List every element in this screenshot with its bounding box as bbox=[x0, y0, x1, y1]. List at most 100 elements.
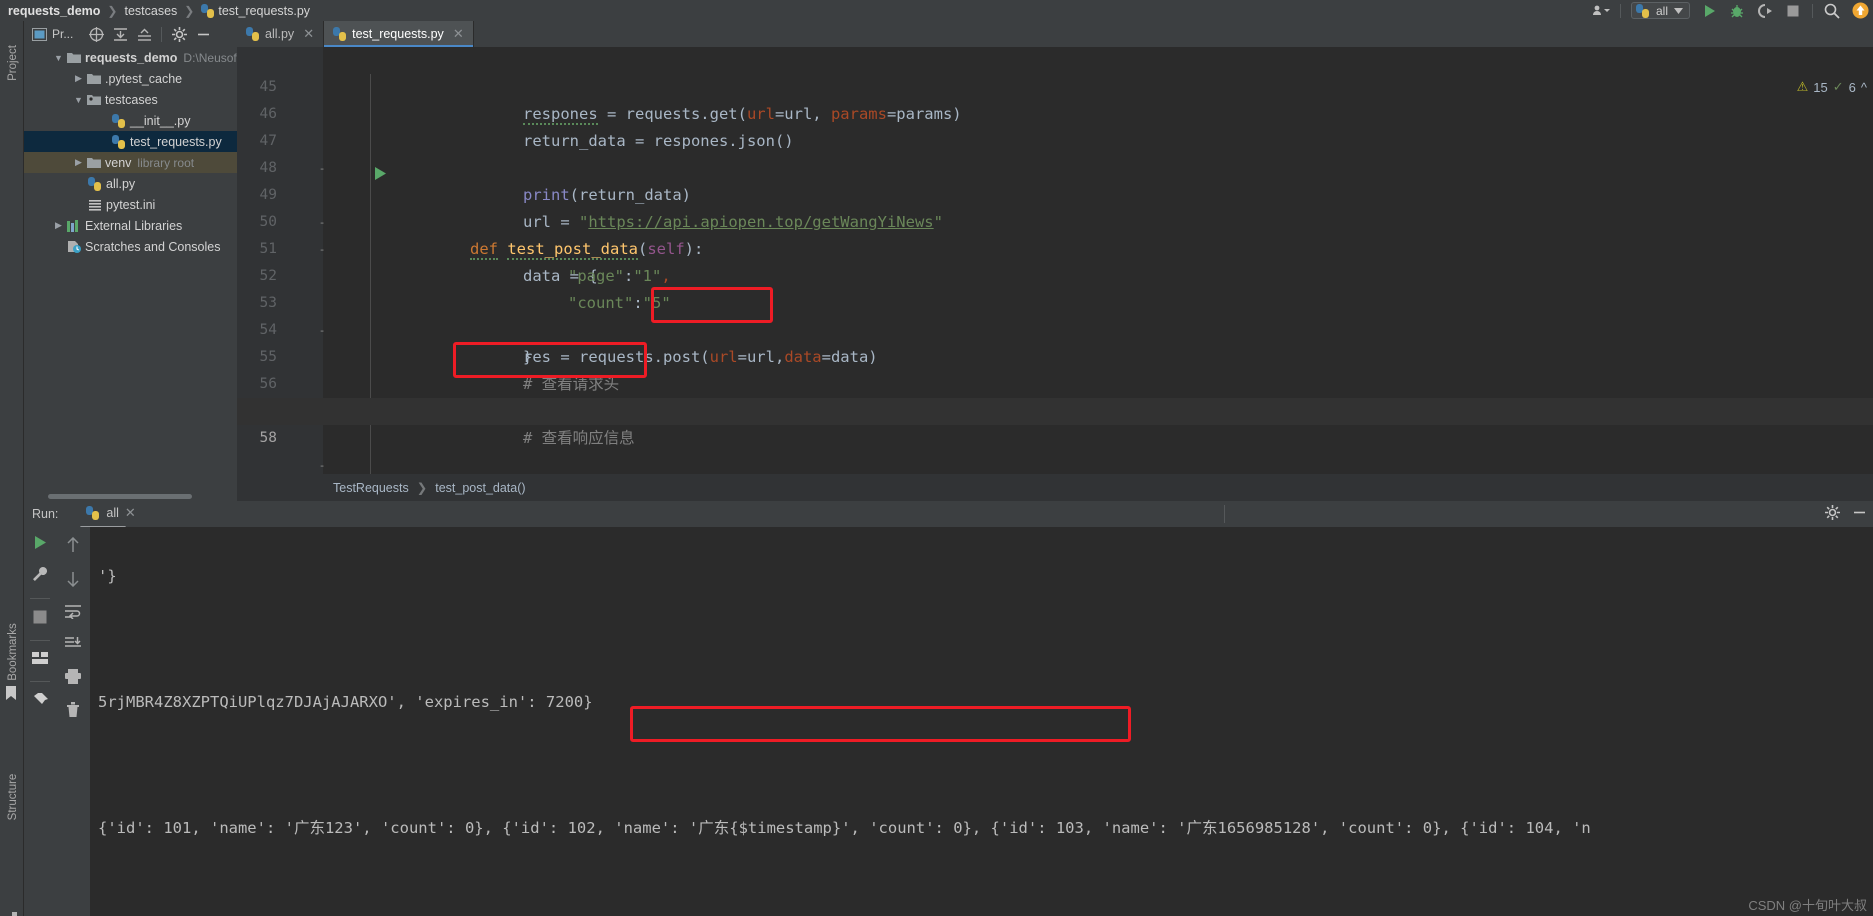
project-panel-horizontal-scrollbar[interactable] bbox=[48, 494, 192, 499]
tree-item-external-libraries[interactable]: ▶ External Libraries bbox=[24, 215, 237, 236]
expand-all-icon[interactable] bbox=[109, 23, 131, 45]
project-panel-title: Pr... bbox=[52, 27, 74, 41]
console-line: 5rjMBR4Z8XZPTQiUPlqz7DJAjAJARXO', 'expir… bbox=[98, 693, 593, 711]
editor-area: all.py ✕ test_requests.py ✕ ⚠ 15 ✓ 6 ^ 4… bbox=[237, 21, 1873, 501]
user-dropdown-icon[interactable] bbox=[1592, 3, 1610, 19]
editor-tab-test-requests-py[interactable]: test_requests.py ✕ bbox=[324, 21, 474, 47]
python-file-icon bbox=[86, 176, 104, 191]
layout-icon[interactable] bbox=[32, 652, 48, 670]
code-line-57[interactable]: 57 # 查看响应信息 bbox=[237, 371, 1873, 447]
code-line-48[interactable]: 48 - def test_post_data(self): bbox=[237, 128, 1873, 260]
chevron-right-icon[interactable]: ▶ bbox=[52, 220, 65, 231]
debug-bug-icon[interactable] bbox=[1728, 3, 1746, 19]
run-tool-window: Run: all ✕ '} 5rjMBR4Z8XZPTQiUPlqz7DJAjA… bbox=[24, 501, 1873, 916]
editor-tab-all-py[interactable]: all.py ✕ bbox=[237, 21, 325, 47]
breadcrumb-project[interactable]: requests_demo bbox=[8, 4, 100, 18]
breadcrumb-method[interactable]: test_post_data() bbox=[435, 481, 525, 495]
ini-file-icon bbox=[86, 199, 104, 211]
tree-item-scratches-and-consoles[interactable]: Scratches and Consoles bbox=[24, 236, 237, 257]
up-arrow-icon[interactable] bbox=[66, 536, 80, 558]
updates-available-icon[interactable] bbox=[1851, 2, 1869, 19]
run-tab-all[interactable]: all ✕ bbox=[80, 505, 136, 529]
line-number: 58 bbox=[259, 430, 277, 446]
csdn-watermark: CSDN @十旬叶大叔 bbox=[1748, 898, 1867, 913]
breadcrumb-class[interactable]: TestRequests bbox=[333, 481, 409, 495]
print-icon[interactable] bbox=[65, 669, 81, 689]
run-tab-label: all bbox=[106, 506, 119, 520]
tree-item-label: External Libraries bbox=[85, 218, 183, 233]
wrench-icon[interactable] bbox=[32, 566, 48, 587]
stop-icon[interactable] bbox=[33, 610, 47, 629]
chevron-right-icon[interactable]: ▶ bbox=[72, 73, 85, 84]
code-line-46[interactable]: 46 return_data = respones.json() bbox=[237, 74, 1873, 150]
code-line-45[interactable]: 45 respones = requests.get(url=url, para… bbox=[237, 47, 1873, 125]
chevron-down-icon[interactable]: ▼ bbox=[72, 95, 85, 105]
code-line-47[interactable]: 47 - print(return_data) bbox=[237, 101, 1873, 204]
tool-window-project[interactable]: Project bbox=[7, 33, 19, 93]
hide-icon[interactable] bbox=[1852, 505, 1867, 523]
settings-gear-icon[interactable] bbox=[168, 23, 190, 45]
breadcrumb-folder[interactable]: testcases bbox=[124, 4, 177, 18]
tree-item-pytest-cache[interactable]: ▶ .pytest_cache bbox=[24, 68, 237, 89]
tree-item-venv[interactable]: ▶ venv library root bbox=[24, 152, 237, 173]
rerun-icon[interactable] bbox=[33, 535, 47, 555]
structure-icon bbox=[5, 911, 18, 916]
select-opened-file-icon[interactable] bbox=[85, 23, 107, 45]
run-config-name: all bbox=[1655, 3, 1668, 18]
close-icon[interactable]: ✕ bbox=[303, 26, 314, 42]
close-icon[interactable]: ✕ bbox=[125, 505, 136, 521]
run-with-coverage-icon[interactable] bbox=[1756, 3, 1774, 19]
toolbar-divider bbox=[1812, 3, 1813, 18]
console-output[interactable]: '} 5rjMBR4Z8XZPTQiUPlqz7DJAjAJARXO', 'ex… bbox=[90, 527, 1873, 916]
folder-icon bbox=[65, 52, 83, 63]
trash-icon[interactable] bbox=[66, 702, 80, 723]
code-line-52[interactable]: 52 "count":"5" bbox=[237, 236, 1873, 312]
breadcrumb-file[interactable]: test_requests.py bbox=[218, 4, 310, 18]
code-line-56[interactable]: 56 print(res.request.headers) bbox=[237, 344, 1873, 420]
tree-item-label: requests_demo bbox=[85, 50, 178, 65]
close-icon[interactable]: ✕ bbox=[453, 26, 464, 42]
folder-icon bbox=[85, 73, 103, 84]
tool-window-bookmarks[interactable]: Bookmarks bbox=[7, 610, 19, 694]
code-line-50[interactable]: 50 - data = { bbox=[237, 182, 1873, 285]
code-line-54[interactable]: 54 res = requests.post(url=url,data=data… bbox=[237, 290, 1873, 366]
code-line-55[interactable]: 55 # 查看请求头 bbox=[237, 317, 1873, 393]
tree-item-test-requests-py[interactable]: test_requests.py bbox=[24, 131, 237, 152]
panel-divider bbox=[1224, 505, 1225, 523]
editor-breadcrumb-bar: TestRequests ❯ test_post_data() bbox=[237, 474, 1873, 501]
python-file-icon bbox=[246, 27, 260, 41]
tree-item-pytest-ini[interactable]: pytest.ini bbox=[24, 194, 237, 215]
project-tree[interactable]: ▼ requests_demo D:\Neusoft\ ▶ .pytest_ca… bbox=[24, 47, 237, 485]
chevron-right-icon: ❯ bbox=[107, 3, 118, 18]
search-everywhere-icon[interactable] bbox=[1823, 3, 1841, 19]
fold-marker[interactable]: - bbox=[315, 452, 329, 474]
toolbar-divider bbox=[161, 26, 163, 42]
chevron-right-icon: ❯ bbox=[416, 481, 428, 495]
bookmark-flag-icon bbox=[5, 686, 17, 705]
chevron-right-icon[interactable]: ▶ bbox=[72, 157, 85, 168]
soft-wrap-icon[interactable] bbox=[65, 605, 81, 624]
tree-item-sublabel: D:\Neusoft\ bbox=[183, 50, 237, 65]
tree-item-testcases[interactable]: ▼ testcases bbox=[24, 89, 237, 110]
tree-item-all-py[interactable]: all.py bbox=[24, 173, 237, 194]
code-line-51[interactable]: 51 "page":"1", bbox=[237, 209, 1873, 285]
stop-icon[interactable] bbox=[1784, 3, 1802, 19]
chevron-down-icon[interactable]: ▼ bbox=[52, 53, 65, 63]
code-line-53[interactable]: 53 - } bbox=[237, 263, 1873, 366]
run-icon[interactable] bbox=[1700, 3, 1718, 19]
tree-item-init-py[interactable]: __init__.py bbox=[24, 110, 237, 131]
down-arrow-icon[interactable] bbox=[66, 571, 80, 592]
hide-icon[interactable] bbox=[192, 23, 214, 45]
run-panel-header: Run: all ✕ bbox=[24, 501, 1873, 529]
tool-window-structure[interactable]: Structure bbox=[7, 760, 19, 834]
code-editor[interactable]: ⚠ 15 ✓ 6 ^ 45 respones = requests.get(ur… bbox=[237, 47, 1873, 474]
scroll-to-end-icon[interactable] bbox=[65, 637, 81, 656]
code-line-58[interactable]: 58 - print(res.text) bbox=[237, 398, 1873, 472]
collapse-all-icon[interactable] bbox=[133, 23, 155, 45]
tree-item-requests-demo[interactable]: ▼ requests_demo D:\Neusoft\ bbox=[24, 47, 237, 68]
gear-icon[interactable] bbox=[1825, 505, 1840, 523]
code-line-49[interactable]: 49 url = "https://api.apiopen.top/getWan… bbox=[237, 155, 1873, 231]
pin-icon[interactable] bbox=[32, 693, 48, 714]
run-configuration-selector[interactable]: all bbox=[1630, 2, 1690, 19]
